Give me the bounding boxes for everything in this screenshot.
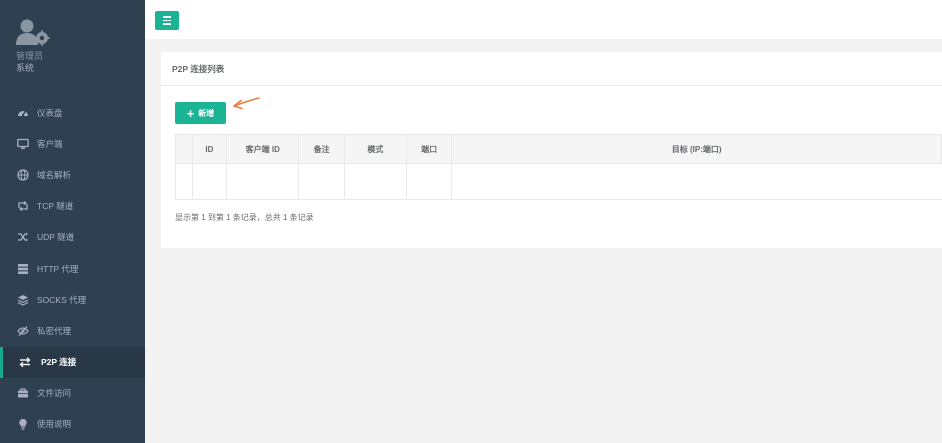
sidebar-item-dashboard[interactable]: 仪表盘	[0, 97, 145, 128]
profile: 管理员 系统	[16, 18, 136, 74]
user-role: 管理员	[16, 51, 44, 61]
panel-title: P2P 连接列表	[161, 52, 942, 86]
shuffle-icon	[17, 231, 29, 243]
column-header-remark[interactable]: 备注	[298, 134, 345, 164]
table-cell	[298, 163, 345, 200]
exchange-icon	[19, 356, 31, 368]
table-cell	[226, 163, 300, 200]
sidebar: 管理员 系统 仪表盘 客户端 域名解析 TCP 隧道 UDP 隧道 HTTP 代…	[0, 0, 145, 443]
pagination-summary: 显示第 1 到第 1 条记录，总共 1 条记录	[175, 213, 314, 222]
table-row[interactable]	[175, 163, 942, 200]
top-bar	[145, 0, 942, 39]
sidebar-item-secret[interactable]: 私密代理	[0, 315, 145, 346]
sidebar-item-help[interactable]: 使用说明	[0, 409, 145, 440]
column-header-mode[interactable]: 模式	[343, 134, 407, 164]
sidebar-item-label: SOCKS 代理	[37, 294, 87, 305]
sidebar-item-label: TCP 隧道	[37, 201, 74, 212]
user-gear-icon	[16, 18, 50, 48]
plus-icon: +	[186, 105, 195, 121]
sidebar-item-label: 私密代理	[37, 325, 72, 336]
annotation-arrow-icon	[233, 97, 260, 110]
sidebar-item-p2p[interactable]: P2P 连接	[0, 346, 145, 378]
table-cell	[343, 163, 407, 200]
add-button[interactable]: + 新增	[175, 102, 226, 124]
sidebar-item-http[interactable]: HTTP 代理	[0, 253, 145, 284]
p2p-table: ID 客户端 ID 备注 模式 端口 目标 (IP:端口)	[175, 134, 942, 200]
sidebar-item-label: UDP 隧道	[37, 232, 75, 243]
sidebar-item-tcp[interactable]: TCP 隧道	[0, 191, 145, 222]
column-header-client-id[interactable]: 客户端 ID	[226, 134, 300, 164]
layers-icon	[17, 294, 29, 306]
sidebar-item-clients[interactable]: 客户端	[0, 128, 145, 159]
sidebar-item-label: 使用说明	[37, 419, 72, 430]
sidebar-item-label: 客户端	[37, 138, 63, 149]
sidebar-toggle-button[interactable]	[155, 11, 179, 30]
system-label: 系统	[16, 63, 35, 73]
sidebar-item-label: 域名解析	[37, 169, 72, 180]
sidebar-item-dns[interactable]: 域名解析	[0, 159, 145, 190]
briefcase-icon	[17, 387, 29, 399]
column-header-port[interactable]: 端口	[405, 134, 453, 164]
lightbulb-icon	[17, 418, 29, 431]
server-icon	[17, 263, 29, 275]
sidebar-item-files[interactable]: 文件访问	[0, 378, 145, 409]
menu-icon	[163, 16, 171, 18]
table-header-row: ID 客户端 ID 备注 模式 端口 目标 (IP:端口)	[175, 134, 942, 164]
retweet-icon	[17, 200, 29, 212]
sidebar-item-socks[interactable]: SOCKS 代理	[0, 284, 145, 315]
table-cell	[405, 163, 453, 200]
table-cell[interactable]	[175, 163, 193, 200]
add-button-label: 新增	[198, 108, 215, 118]
sidebar-item-label: 仪表盘	[37, 107, 63, 118]
sidebar-item-label: 文件访问	[37, 388, 72, 399]
eye-slash-icon	[17, 325, 29, 337]
monitor-icon	[17, 138, 29, 150]
column-header-checkbox[interactable]	[175, 134, 193, 164]
sidebar-item-udp[interactable]: UDP 隧道	[0, 222, 145, 253]
column-header-id[interactable]: ID	[191, 134, 228, 164]
table-cell	[451, 163, 942, 200]
globe-icon	[17, 169, 29, 181]
table-cell	[191, 163, 228, 200]
dashboard-icon	[17, 107, 29, 119]
sidebar-nav: 仪表盘 客户端 域名解析 TCP 隧道 UDP 隧道 HTTP 代理 SOCKS…	[0, 97, 145, 440]
sidebar-item-label: HTTP 代理	[37, 263, 79, 274]
sidebar-item-label: P2P 连接	[41, 357, 77, 368]
column-header-target[interactable]: 目标 (IP:端口)	[451, 134, 942, 164]
